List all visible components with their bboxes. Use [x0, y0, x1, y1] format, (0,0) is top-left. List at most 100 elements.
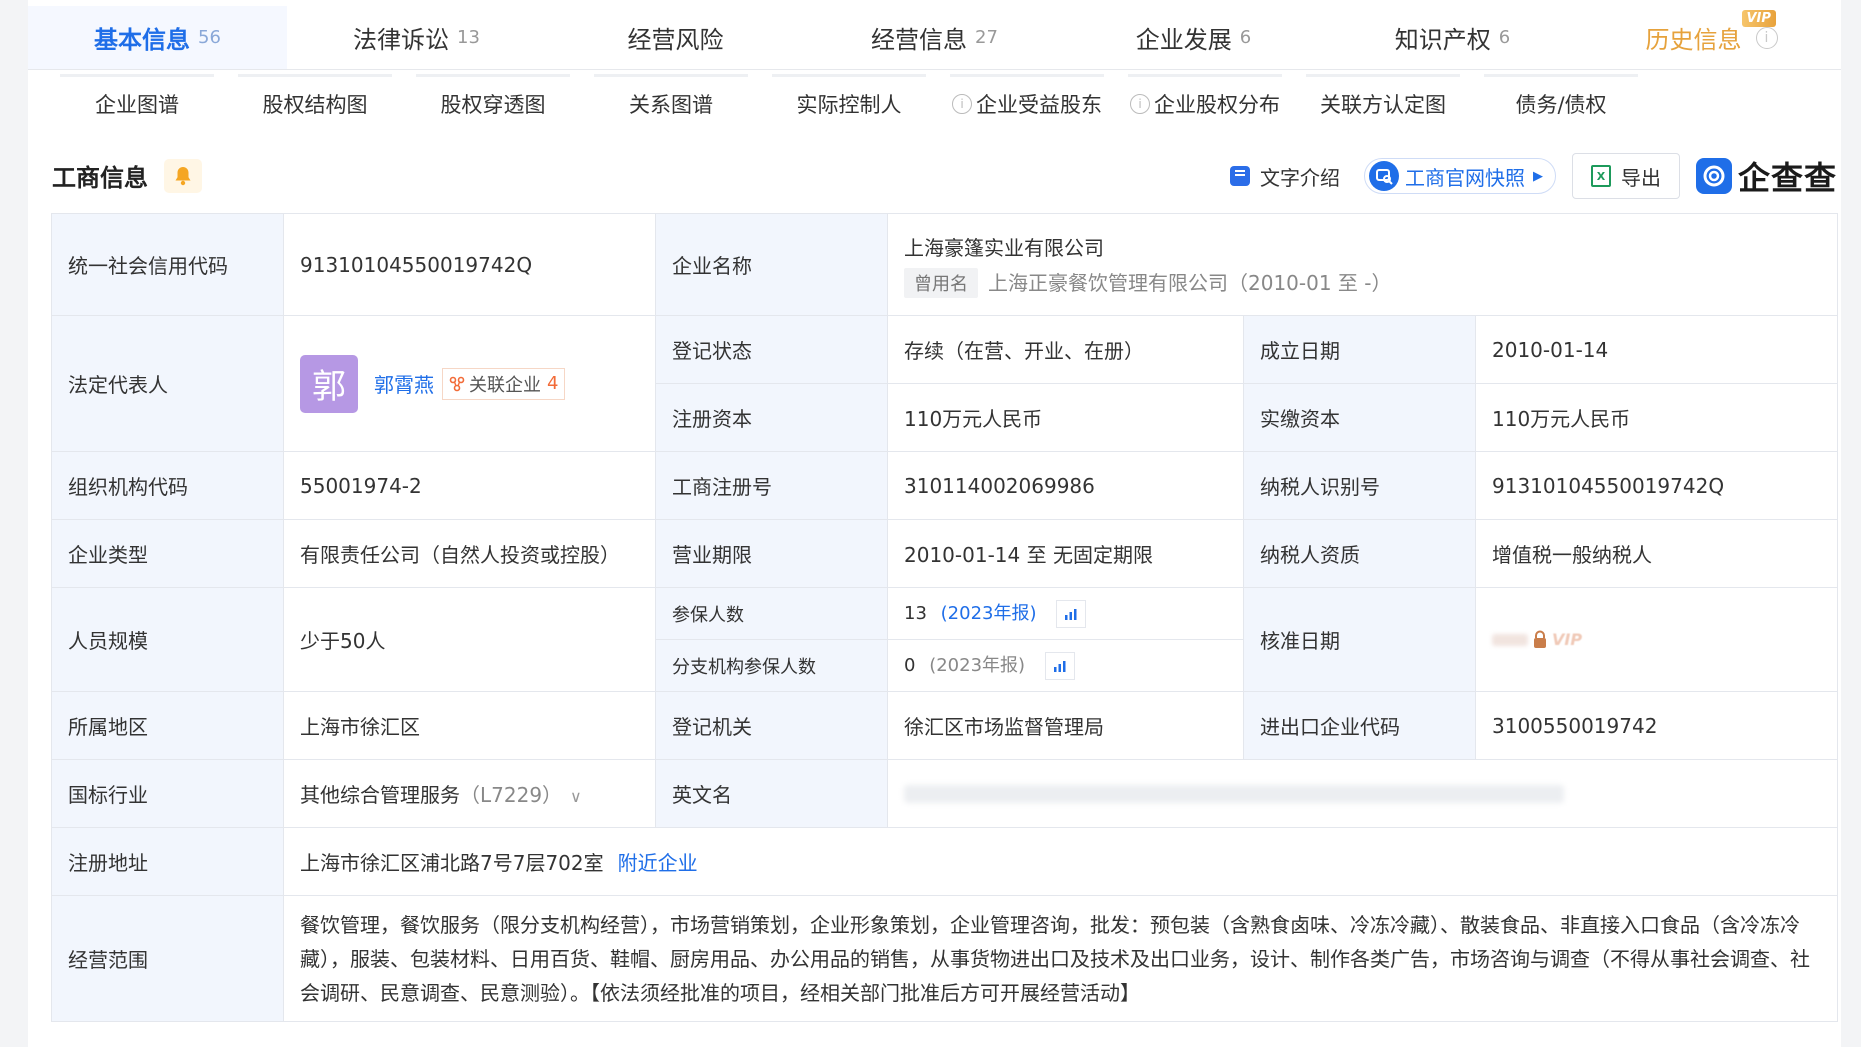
taxpayer-qual-label: 纳税人资质 [1243, 519, 1476, 588]
relation-icon [449, 376, 465, 391]
subtab-enterprise-graph[interactable]: 企业图谱 [48, 74, 226, 134]
branch-insured-label: 分支机构参保人数 [655, 639, 888, 692]
tab-legal-litigation[interactable]: 法律诉讼 13 [287, 6, 546, 69]
lock-icon [1534, 630, 1546, 648]
table-row: 法定代表人 郭 郭霄燕 关联企业 4 登记状态 存续（在营、开业、在册） 成立日期… [51, 315, 1838, 452]
reg-address-label: 注册地址 [51, 827, 284, 896]
insured-cell: 13 (2023年报) [887, 587, 1244, 640]
export-button[interactable]: X 导出 [1571, 153, 1680, 199]
right-gutter [1841, 0, 1861, 1047]
industry-cell[interactable]: 其他综合管理服务（L7229） ∨ [283, 759, 656, 828]
biz-reg-no-label: 工商注册号 [655, 451, 888, 520]
subtab-label: 企业图谱 [95, 93, 179, 117]
text-intro-button[interactable]: 文字介绍 [1229, 162, 1340, 191]
company-name-label: 企业名称 [655, 213, 888, 316]
table-row: 经营范围 餐饮管理，餐饮服务（限分支机构经营），市场营销策划，企业形象策划，企业… [51, 895, 1838, 1022]
former-name-value: 上海正豪餐饮管理有限公司（2010-01 至 -） [988, 270, 1392, 295]
industry-value: 其他综合管理服务 [300, 783, 460, 807]
staff-size-label: 人员规模 [51, 587, 284, 692]
tab-development[interactable]: 企业发展 6 [1064, 6, 1323, 69]
vip-badge: VIP [1741, 10, 1776, 27]
paid-capital-label: 实缴资本 [1243, 383, 1476, 452]
tab-basic-info[interactable]: 基本信息 56 [28, 6, 287, 69]
tab-intellectual-property[interactable]: 知识产权 6 [1323, 6, 1582, 69]
subtab-debt[interactable]: 债务/债权 [1472, 74, 1650, 134]
chevron-down-icon[interactable]: ∨ [570, 787, 582, 806]
related-count: 4 [547, 373, 559, 394]
subtab-equity-distribution[interactable]: i 企业股权分布 [1116, 74, 1294, 134]
tab-history[interactable]: VIP 历史信息 i [1582, 6, 1841, 69]
tab-count: 27 [975, 27, 998, 48]
tab-business-info[interactable]: 经营信息 27 [805, 6, 1064, 69]
related-companies-tag[interactable]: 关联企业 4 [442, 367, 566, 400]
avatar[interactable]: 郭 [300, 354, 358, 413]
legal-rep-cell: 郭 郭霄燕 关联企业 4 [283, 315, 656, 452]
industry-label: 国标行业 [51, 759, 284, 828]
sub-tab-bar: 企业图谱 股权结构图 股权穿透图 关系图谱 实际控制人 i 企业受益股东 i 企业股… [48, 74, 1688, 134]
qichacha-logo: 企查查 [1695, 153, 1837, 199]
legal-rep-name[interactable]: 郭霄燕 [374, 369, 434, 398]
subtab-relationship-graph[interactable]: 关系图谱 [582, 74, 760, 134]
nearby-companies-link[interactable]: 附近企业 [618, 851, 698, 875]
credit-code-label: 统一社会信用代码 [51, 213, 284, 316]
vip-locked-value[interactable]: VIP [1492, 630, 1821, 650]
table-row: 国标行业 其他综合管理服务（L7229） ∨ 英文名 [51, 759, 1838, 828]
branch-insured-value: 0 [904, 655, 916, 676]
info-icon: i [952, 94, 972, 114]
logo-mark-icon [1695, 158, 1732, 194]
tab-count: 56 [198, 27, 221, 48]
insured-year-link[interactable]: (2023年报) [941, 603, 1037, 624]
table-row: 企业类型 有限责任公司（自然人投资或控股） 营业期限 2010-01-14 至 … [51, 519, 1838, 588]
taxpayer-qual-value: 增值税一般纳税人 [1475, 519, 1838, 588]
org-code-label: 组织机构代码 [51, 451, 284, 520]
subtab-actual-controller[interactable]: 实际控制人 [760, 74, 938, 134]
subtab-equity-structure[interactable]: 股权结构图 [226, 74, 404, 134]
branch-insured-cell: 0 (2023年报) [887, 639, 1244, 692]
taxpayer-id-value[interactable]: 91310104550019742Q [1475, 451, 1838, 520]
biz-reg-no-value[interactable]: 310114002069986 [887, 451, 1244, 520]
info-icon[interactable]: i [1755, 26, 1778, 49]
page-frame: 基本信息 56 法律诉讼 13 经营风险 经营信息 27 企业发展 6 知识产权… [0, 0, 1861, 1047]
export-label: 导出 [1620, 165, 1661, 190]
trend-chart-icon[interactable] [1056, 600, 1087, 628]
trend-chart-icon[interactable] [1044, 652, 1075, 680]
credit-code-value[interactable]: 91310104550019742Q [283, 213, 656, 316]
tab-label: 知识产权 [1394, 26, 1491, 54]
blurred-english-name [904, 784, 1564, 803]
region-label: 所属地区 [51, 691, 284, 760]
biz-term-value: 2010-01-14 至 无固定期限 [887, 519, 1244, 588]
subtab-label: 债务/债权 [1515, 93, 1607, 117]
business-info-table: 统一社会信用代码 91310104550019742Q 企业名称 上海豪篷实业有… [51, 213, 1838, 1022]
tab-label: 基本信息 [94, 26, 191, 54]
insured-label: 参保人数 [655, 587, 888, 640]
document-icon [1229, 166, 1250, 186]
text-intro-label: 文字介绍 [1259, 165, 1340, 190]
related-label: 关联企业 [469, 374, 541, 396]
subtab-equity-penetration[interactable]: 股权穿透图 [404, 74, 582, 134]
region-value: 上海市徐汇区 [283, 691, 656, 760]
company-name-cell: 上海豪篷实业有限公司 曾用名 上海正豪餐饮管理有限公司（2010-01 至 -） [887, 213, 1838, 316]
taxpayer-id-label: 纳税人识别号 [1243, 451, 1476, 520]
bell-icon[interactable] [164, 158, 202, 193]
import-export-value[interactable]: 3100550019742 [1475, 691, 1838, 760]
tab-label: 经营信息 [871, 26, 968, 54]
former-name-row: 曾用名 上海正豪餐饮管理有限公司（2010-01 至 -） [904, 267, 1821, 298]
subtab-related-party[interactable]: 关联方认定图 [1294, 74, 1472, 134]
subtab-beneficial-owner[interactable]: i 企业受益股东 [938, 74, 1116, 134]
section-header: 工商信息 [52, 158, 202, 193]
reg-capital-label: 注册资本 [655, 383, 888, 452]
org-code-value[interactable]: 55001974-2 [283, 451, 656, 520]
insured-value: 13 [904, 603, 927, 624]
english-name-cell [887, 759, 1838, 828]
reg-address-value[interactable]: 上海市徐汇区浦北路7号7层702室 [300, 851, 604, 875]
official-snapshot-label: 工商官网快照 [1404, 165, 1525, 190]
logo-text: 企查查 [1737, 159, 1837, 197]
industry-code: （L7229） [460, 783, 563, 807]
company-name-value[interactable]: 上海豪篷实业有限公司 [904, 232, 1821, 261]
official-snapshot-button[interactable]: 工商官网快照 ▶ [1363, 158, 1556, 194]
subtab-label: 股权穿透图 [440, 93, 546, 117]
english-name-label: 英文名 [655, 759, 888, 828]
founded-value: 2010-01-14 [1475, 315, 1838, 384]
tab-business-risk[interactable]: 经营风险 [546, 6, 805, 69]
import-export-label: 进出口企业代码 [1243, 691, 1476, 760]
